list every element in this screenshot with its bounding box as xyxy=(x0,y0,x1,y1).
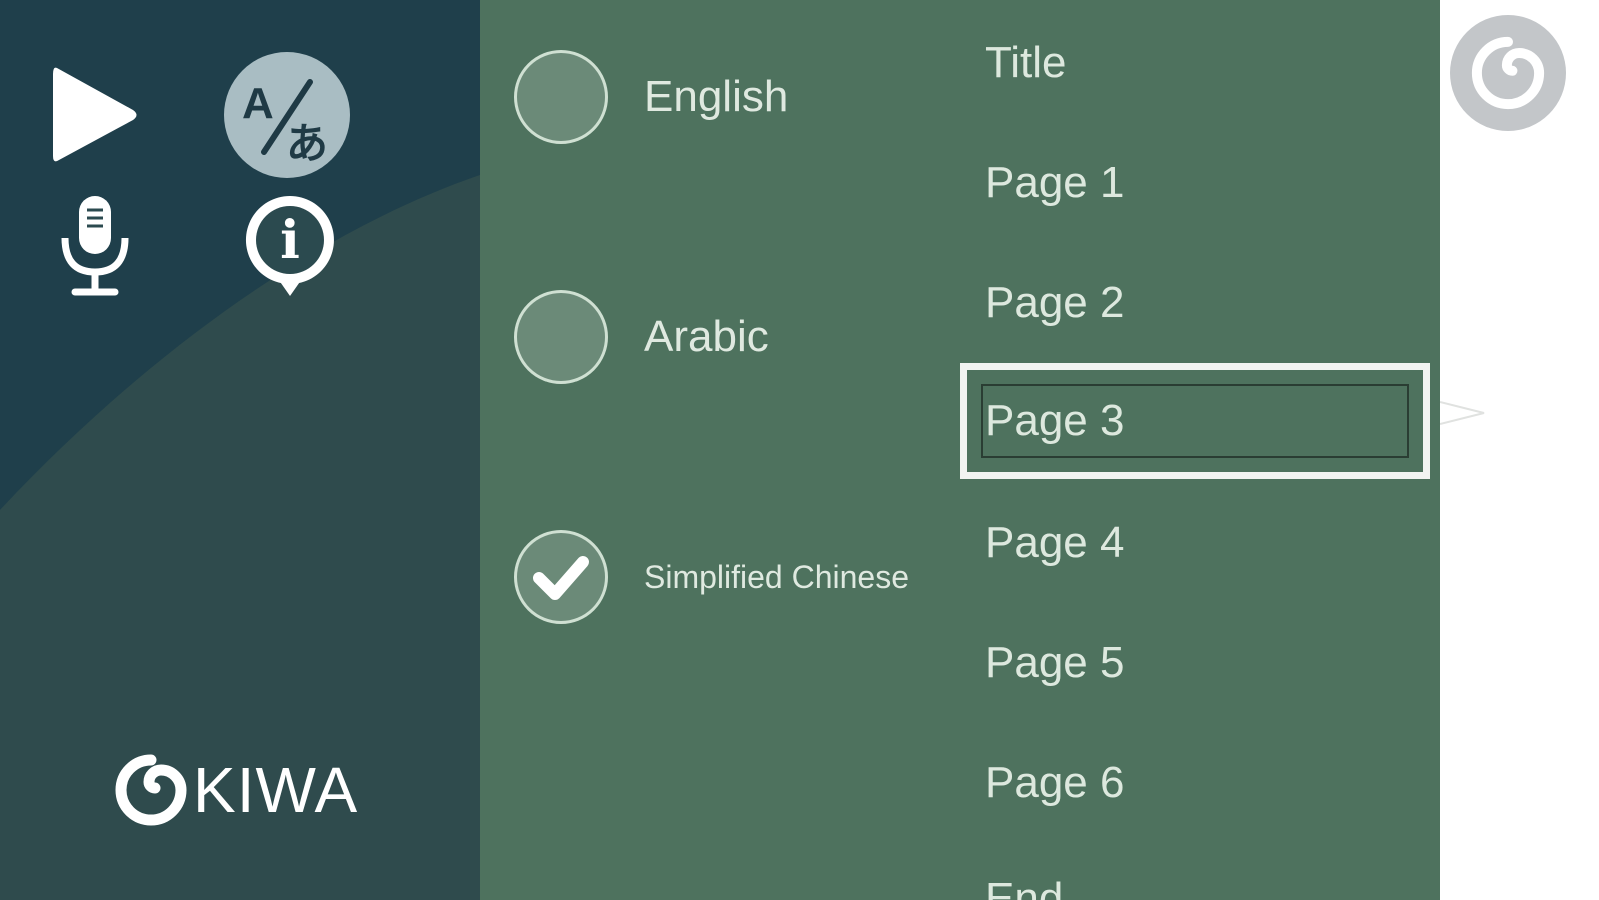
kiwa-swirl-icon xyxy=(1471,36,1545,110)
language-option-arabic[interactable]: Arabic xyxy=(514,290,769,384)
checkmark-icon xyxy=(533,556,589,600)
translate-glyph-b: あ xyxy=(286,119,328,168)
info-glyph: i xyxy=(280,210,300,271)
kiwa-swirl-icon xyxy=(115,754,187,825)
page-item-1[interactable]: Page 1 xyxy=(985,148,1405,218)
info-button[interactable]: i xyxy=(240,192,340,302)
language-option-english[interactable]: English xyxy=(514,50,788,144)
language-label: English xyxy=(644,72,789,121)
brand-name: KIWA xyxy=(193,753,359,826)
radio-button[interactable] xyxy=(514,50,608,144)
play-icon xyxy=(53,67,137,162)
translate-glyph-a: A xyxy=(242,79,274,128)
menu-panel: English Arabic Simplified Chinese Title … xyxy=(480,0,1440,900)
page-item-title[interactable]: Title xyxy=(985,28,1405,98)
page-item-5[interactable]: Page 5 xyxy=(985,628,1405,698)
radio-button-checked[interactable] xyxy=(514,530,608,624)
page-item-3[interactable]: Page 3 xyxy=(985,386,1405,456)
selection-pointer-icon xyxy=(1440,401,1485,425)
play-button[interactable] xyxy=(45,60,145,170)
translate-icon: A あ xyxy=(224,52,350,178)
language-label: Arabic xyxy=(644,312,769,361)
translate-button[interactable]: A あ xyxy=(222,50,352,180)
info-icon: i xyxy=(245,196,334,296)
page-item-end[interactable]: End xyxy=(985,864,1405,900)
microphone-icon xyxy=(61,196,129,296)
page-item-4[interactable]: Page 4 xyxy=(985,508,1405,578)
page-item-2[interactable]: Page 2 xyxy=(985,268,1405,338)
menu-toggle-button[interactable] xyxy=(1450,15,1566,131)
brand-logo: KIWA xyxy=(115,752,358,827)
control-sidebar: A あ i KIWA xyxy=(0,0,480,900)
radio-button[interactable] xyxy=(514,290,608,384)
microphone-button[interactable] xyxy=(55,190,135,300)
language-option-simplified-chinese[interactable]: Simplified Chinese xyxy=(514,530,909,624)
page-item-6[interactable]: Page 6 xyxy=(985,748,1405,818)
language-label: Simplified Chinese xyxy=(644,558,910,595)
